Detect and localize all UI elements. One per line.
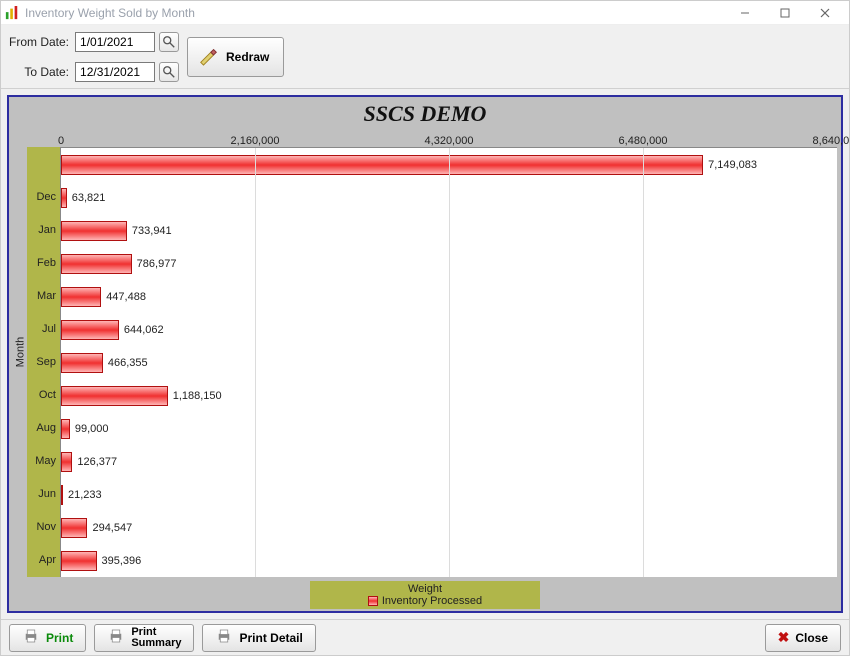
maximize-button[interactable]	[765, 2, 805, 24]
redraw-icon	[198, 44, 220, 69]
chart-category-label: May	[27, 445, 60, 478]
chart-bar: 21,233	[61, 485, 63, 505]
chart-bar-value-label: 294,547	[92, 522, 132, 534]
chart-bar-value-label: 395,396	[102, 555, 142, 567]
footer: Print Print Summary Print Detail ✖ Close	[1, 619, 849, 655]
chart-category-label: Mar	[27, 279, 60, 312]
chart-gridline	[255, 148, 256, 577]
print-summary-label: Print Summary	[131, 627, 181, 649]
chart-x-tick: 2,160,000	[231, 127, 280, 147]
chart-plot: 7,149,083 63,821 733,941 786,977 447,488 644,…	[61, 147, 837, 577]
chart-bar-value-label: 733,941	[132, 225, 172, 237]
chart-category-label: Feb	[27, 246, 60, 279]
chart-gridline	[449, 148, 450, 577]
from-date-input[interactable]	[75, 32, 155, 52]
chart-x-tick: 6,480,000	[619, 127, 668, 147]
chart-bar-value-label: 99,000	[75, 423, 109, 435]
from-date-label: From Date:	[9, 35, 71, 49]
chart-bar: 63,821	[61, 188, 67, 208]
to-date-picker-button[interactable]	[159, 62, 179, 82]
chart-area: SSCS DEMO Month DecJanFebMarJulSepOctAug…	[1, 89, 849, 619]
chart-bar: 447,488	[61, 287, 101, 307]
toolbar: From Date: To Date: Redraw	[1, 25, 849, 89]
chart-bar-value-label: 1,188,150	[173, 390, 222, 402]
chart-category-label: Jul	[27, 312, 60, 345]
chart-category-label	[27, 147, 60, 180]
chart-x-tick: 0	[58, 127, 64, 147]
chart-legend-series: Inventory Processed	[382, 595, 482, 607]
chart-title: SSCS DEMO	[9, 97, 841, 127]
chart-bar: 126,377	[61, 452, 72, 472]
chart-bar: 1,188,150	[61, 386, 168, 406]
chart-body: Month DecJanFebMarJulSepOctAugMayJunNovA…	[9, 127, 841, 581]
chart-bar: 644,062	[61, 320, 119, 340]
chart-bar-value-label: 786,977	[137, 258, 177, 270]
chart-x-tick: 4,320,000	[425, 127, 474, 147]
titlebar: Inventory Weight Sold by Month	[1, 1, 849, 25]
date-range-inputs: From Date: To Date:	[9, 30, 179, 84]
chart-category-label: Dec	[27, 180, 60, 213]
chart-frame: SSCS DEMO Month DecJanFebMarJulSepOctAug…	[7, 95, 843, 613]
print-detail-button[interactable]: Print Detail	[202, 624, 315, 652]
chart-bar: 294,547	[61, 518, 87, 538]
chart-category-label: Nov	[27, 511, 60, 544]
chart-bar-value-label: 466,355	[108, 357, 148, 369]
window-controls	[725, 2, 845, 24]
chart-bar-value-label: 63,821	[72, 192, 106, 204]
app-window: Inventory Weight Sold by Month From Date…	[0, 0, 850, 656]
close-icon: ✖	[778, 629, 790, 646]
print-label: Print	[46, 631, 73, 645]
close-button[interactable]: ✖ Close	[765, 624, 841, 652]
chart-bar: 733,941	[61, 221, 127, 241]
print-icon	[107, 627, 125, 648]
chart-category-label: Jun	[27, 478, 60, 511]
chart-category-label: Apr	[27, 544, 60, 577]
chart-bar-value-label: 126,377	[77, 456, 117, 468]
chart-legend-title: Weight	[408, 583, 442, 595]
close-window-button[interactable]	[805, 2, 845, 24]
chart-bar-value-label: 21,233	[68, 489, 102, 501]
chart-gridline	[643, 148, 644, 577]
app-bar-chart-icon	[5, 6, 19, 20]
print-icon	[215, 627, 233, 648]
chart-bar: 7,149,083	[61, 155, 703, 175]
chart-x-tick: 8,640,000	[813, 127, 849, 147]
print-summary-button[interactable]: Print Summary	[94, 624, 194, 652]
redraw-button[interactable]: Redraw	[187, 37, 284, 77]
print-icon	[22, 627, 40, 648]
chart-category-label: Jan	[27, 213, 60, 246]
minimize-button[interactable]	[725, 2, 765, 24]
chart-category-label: Sep	[27, 345, 60, 378]
chart-category-column: DecJanFebMarJulSepOctAugMayJunNovApr	[27, 127, 61, 577]
chart-bar: 395,396	[61, 551, 97, 571]
chart-category-labels: DecJanFebMarJulSepOctAugMayJunNovApr	[27, 147, 61, 577]
chart-legend: Weight Inventory Processed	[310, 581, 540, 609]
window-title: Inventory Weight Sold by Month	[25, 6, 725, 20]
print-detail-label: Print Detail	[239, 631, 302, 645]
chart-y-axis-label: Month	[13, 127, 27, 577]
close-label: Close	[795, 631, 828, 645]
chart-bar: 466,355	[61, 353, 103, 373]
chart-bar: 786,977	[61, 254, 132, 274]
from-date-picker-button[interactable]	[159, 32, 179, 52]
chart-x-axis: 02,160,0004,320,0006,480,0008,640,000	[61, 127, 837, 147]
to-date-input[interactable]	[75, 62, 155, 82]
chart-category-label: Aug	[27, 412, 60, 445]
to-date-label: To Date:	[9, 65, 71, 79]
chart-bar-value-label: 447,488	[106, 291, 146, 303]
chart-category-label: Oct	[27, 379, 60, 412]
chart-plot-column: 02,160,0004,320,0006,480,0008,640,000 7,…	[61, 127, 837, 577]
chart-bar-value-label: 7,149,083	[708, 159, 757, 171]
print-button[interactable]: Print	[9, 624, 86, 652]
chart-bar-value-label: 644,062	[124, 324, 164, 336]
redraw-label: Redraw	[226, 50, 269, 64]
chart-legend-swatch	[368, 596, 378, 606]
chart-bar: 99,000	[61, 419, 70, 439]
